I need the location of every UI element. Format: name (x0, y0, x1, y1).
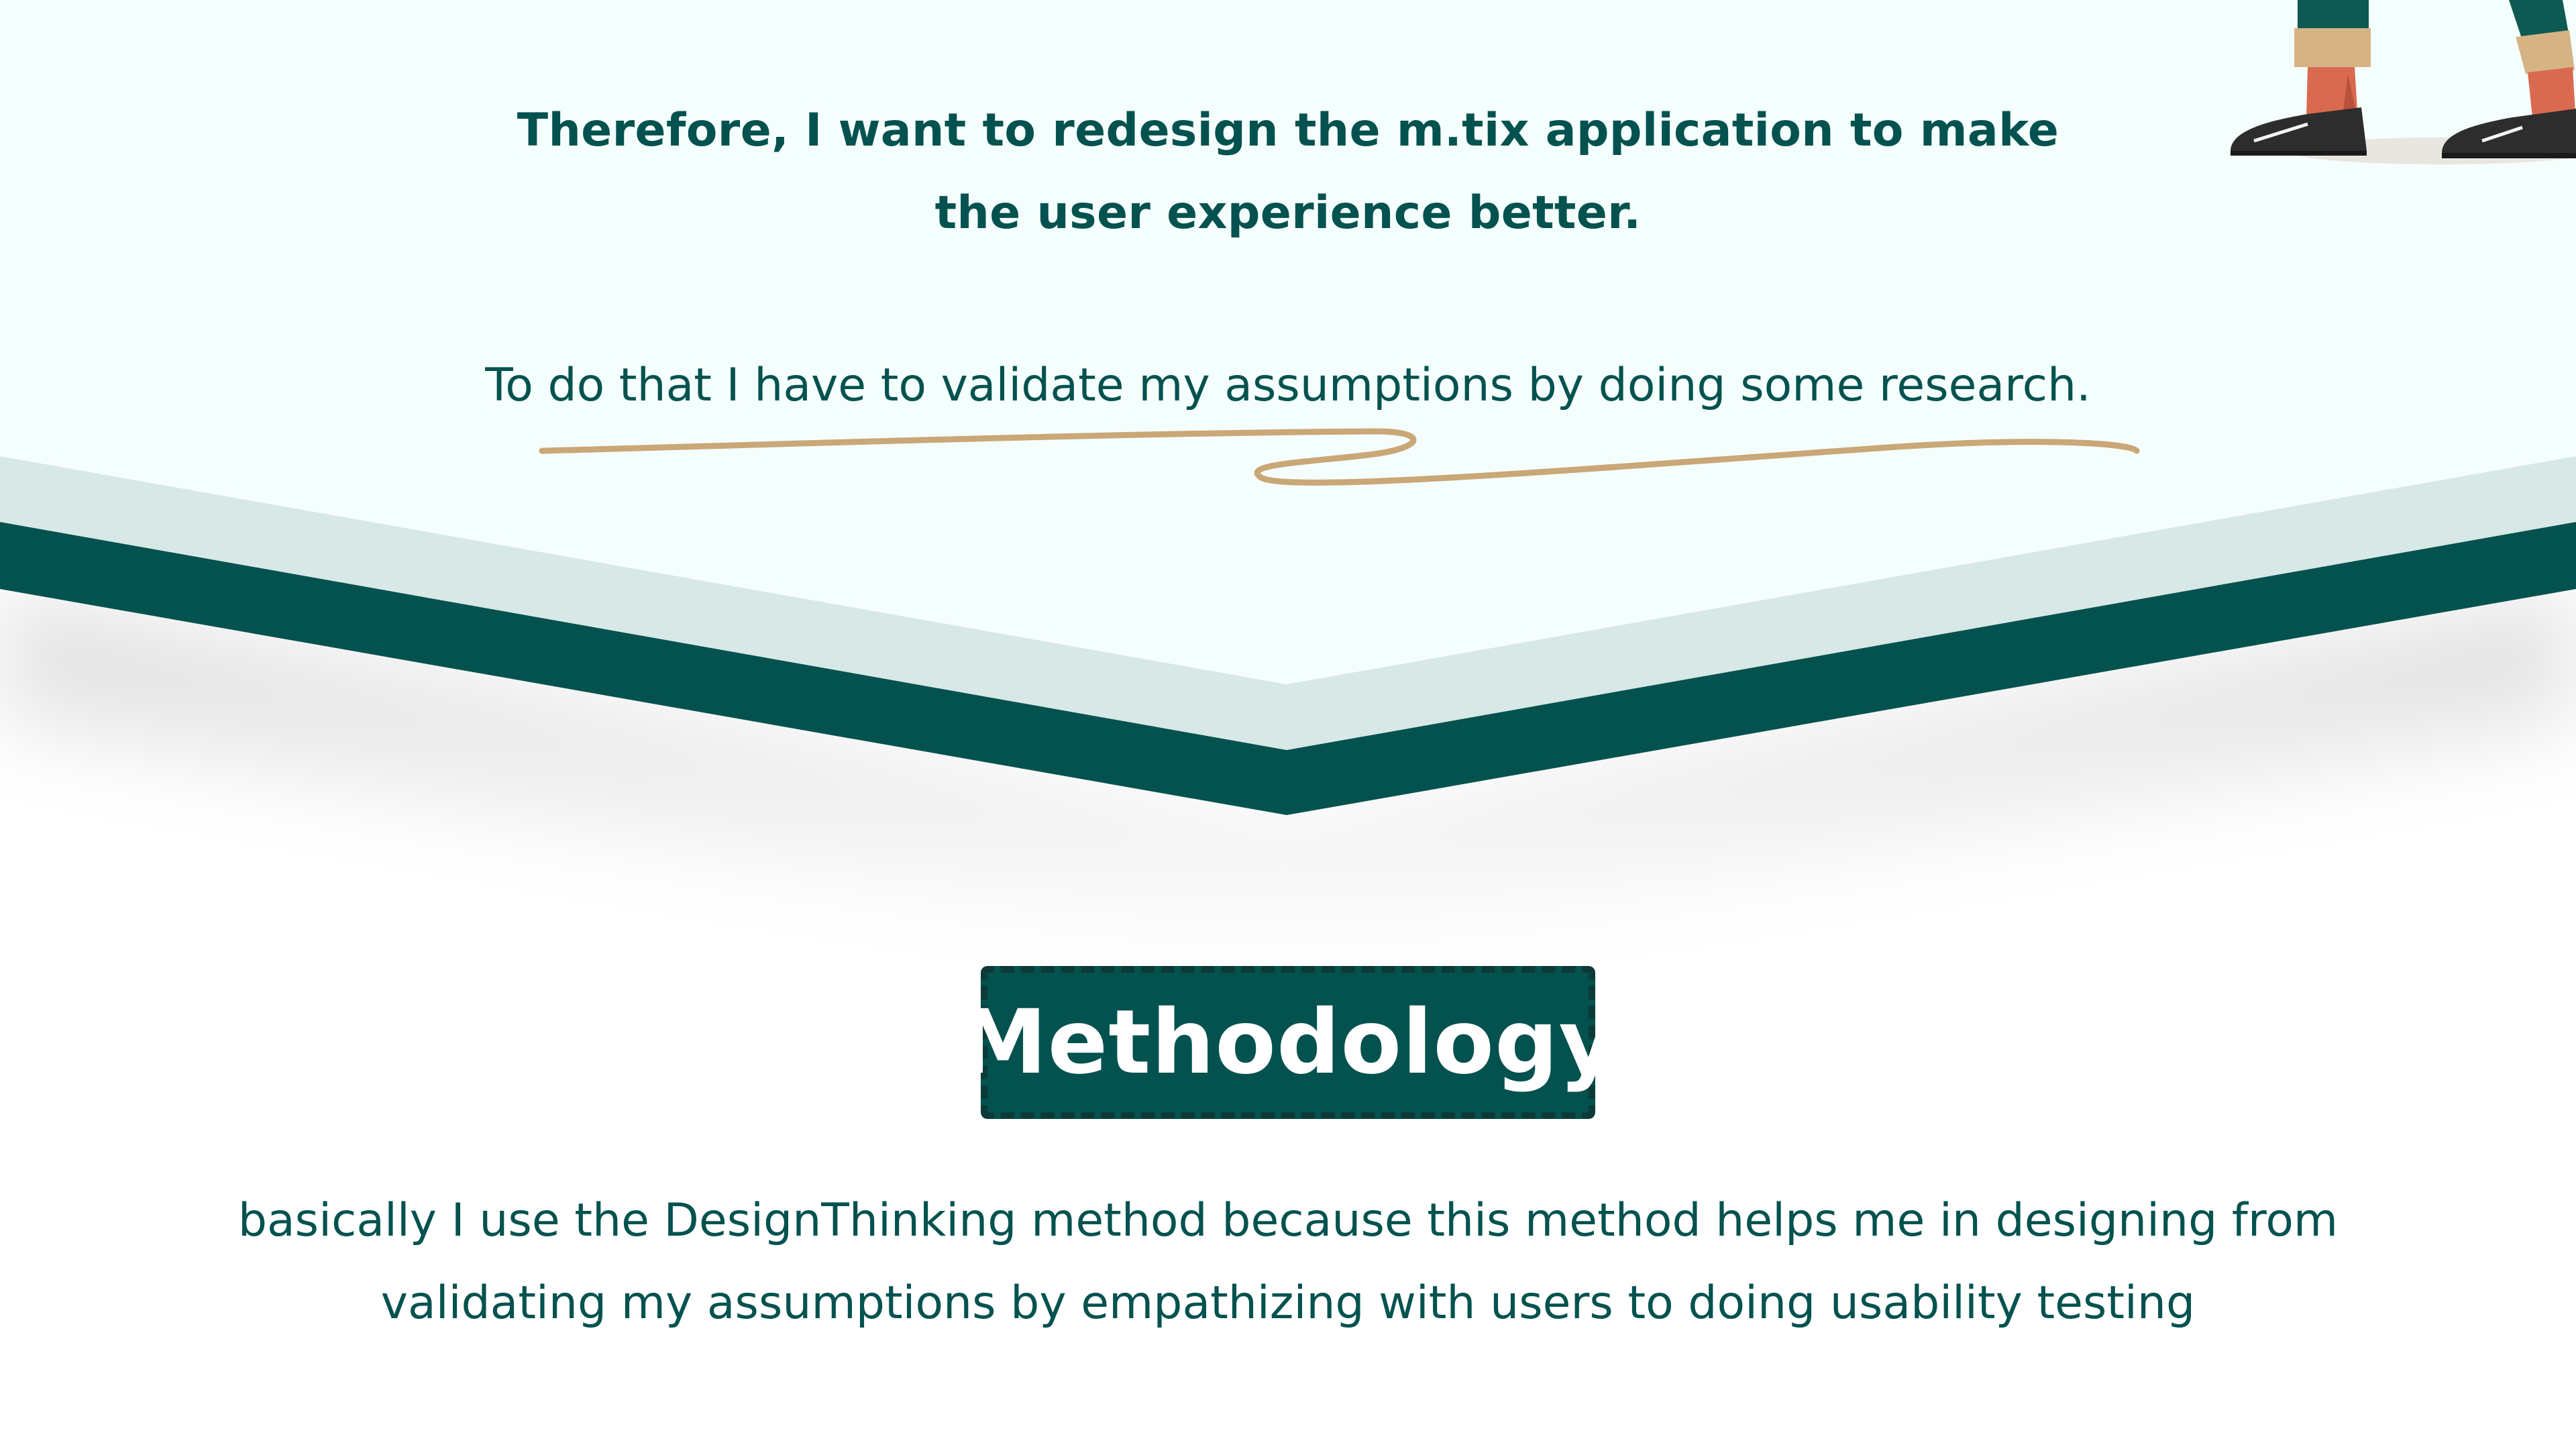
methodology-badge: Methodology (959, 966, 1617, 1119)
intro-line-3: To do that I have to validate my assumpt… (485, 359, 2091, 412)
intro-line-1: Therefore, I want to redesign the m.tix … (517, 104, 2059, 157)
methodology-body-line-1: basically I use the DesignThinking metho… (237, 1194, 2339, 1247)
methodology-title: Methodology (959, 991, 1617, 1094)
intro-line-2: the user experience better. (934, 186, 1642, 239)
methodology-body-line-2: validating my assumptions by empathizing… (380, 1277, 2196, 1330)
